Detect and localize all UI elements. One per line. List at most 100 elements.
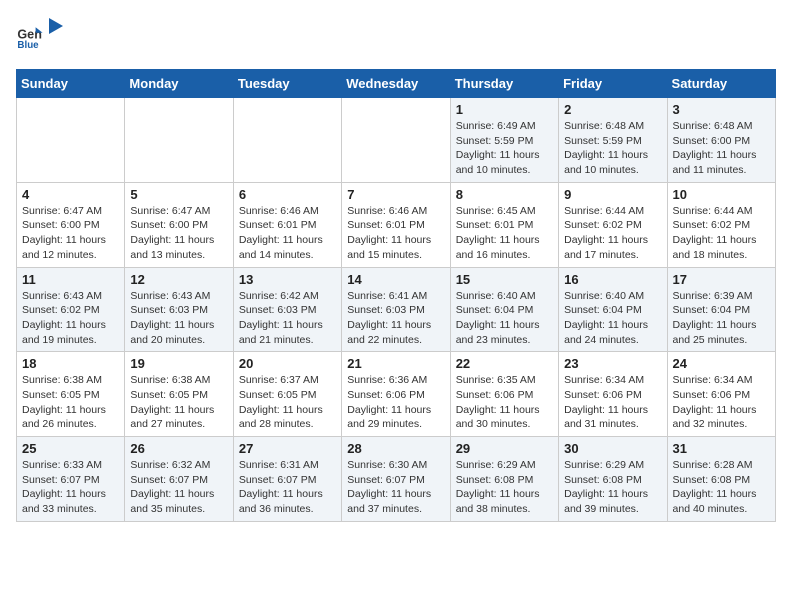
logo-icon: Gen Blue — [16, 23, 44, 51]
day-number: 9 — [564, 187, 661, 202]
page-header: Gen Blue — [16, 16, 776, 57]
day-info: Sunrise: 6:34 AM Sunset: 6:06 PM Dayligh… — [564, 373, 661, 432]
day-number: 18 — [22, 356, 119, 371]
svg-text:Blue: Blue — [17, 40, 39, 51]
calendar-cell: 8Sunrise: 6:45 AM Sunset: 6:01 PM Daylig… — [450, 182, 558, 267]
day-number: 23 — [564, 356, 661, 371]
logo-arrow-icon — [49, 16, 65, 36]
calendar-cell: 26 Sunrise: 6:32 AM Sunset: 6:07 PM Dayli… — [125, 437, 233, 522]
calendar-week-row: 11 Sunrise: 6:43 AM Sunset: 6:02 PM Dayli… — [17, 267, 776, 352]
day-number: 10 — [673, 187, 770, 202]
logo: Gen Blue — [16, 16, 66, 57]
day-number: 31 — [673, 441, 770, 456]
day-info: Sunrise: 6:47 AM Sunset: 6:00 PM Dayligh… — [22, 204, 119, 263]
weekday-header-saturday: Saturday — [667, 70, 775, 98]
day-number: 21 — [347, 356, 444, 371]
day-number: 24 — [673, 356, 770, 371]
calendar-cell: 1 Sunrise: 6:49 AM Sunset: 5:59 PM Daylig… — [450, 98, 558, 183]
calendar-cell: 13Sunrise: 6:42 AM Sunset: 6:03 PM Dayli… — [233, 267, 341, 352]
day-info: Sunrise: 6:29 AM Sunset: 6:08 PM Dayligh… — [564, 458, 661, 517]
calendar-cell: 27 Sunrise: 6:31 AM Sunset: 6:07 PM Dayli… — [233, 437, 341, 522]
day-number: 12 — [130, 272, 227, 287]
calendar-cell — [233, 98, 341, 183]
day-number: 5 — [130, 187, 227, 202]
weekday-header-friday: Friday — [559, 70, 667, 98]
day-number: 17 — [673, 272, 770, 287]
calendar-cell: 19 Sunrise: 6:38 AM Sunset: 6:05 PM Dayli… — [125, 352, 233, 437]
day-number: 27 — [239, 441, 336, 456]
day-number: 19 — [130, 356, 227, 371]
calendar-cell: 21 Sunrise: 6:36 AM Sunset: 6:06 PM Dayli… — [342, 352, 450, 437]
day-info: Sunrise: 6:45 AM Sunset: 6:01 PM Dayligh… — [456, 204, 553, 263]
day-info: Sunrise: 6:43 AM Sunset: 6:03 PM Dayligh… — [130, 289, 227, 348]
calendar-cell: 4 Sunrise: 6:47 AM Sunset: 6:00 PM Daylig… — [17, 182, 125, 267]
day-number: 11 — [22, 272, 119, 287]
day-number: 15 — [456, 272, 553, 287]
day-info: Sunrise: 6:43 AM Sunset: 6:02 PM Dayligh… — [22, 289, 119, 348]
day-info: Sunrise: 6:47 AM Sunset: 6:00 PM Dayligh… — [130, 204, 227, 263]
calendar-cell: 15 Sunrise: 6:40 AM Sunset: 6:04 PM Dayli… — [450, 267, 558, 352]
calendar-cell: 18 Sunrise: 6:38 AM Sunset: 6:05 PM Dayli… — [17, 352, 125, 437]
calendar-cell: 17 Sunrise: 6:39 AM Sunset: 6:04 PM Dayli… — [667, 267, 775, 352]
calendar-cell: 22 Sunrise: 6:35 AM Sunset: 6:06 PM Dayli… — [450, 352, 558, 437]
day-number: 6 — [239, 187, 336, 202]
day-number: 16 — [564, 272, 661, 287]
day-info: Sunrise: 6:36 AM Sunset: 6:06 PM Dayligh… — [347, 373, 444, 432]
day-info: Sunrise: 6:48 AM Sunset: 6:00 PM Dayligh… — [673, 119, 770, 178]
calendar-week-row: 25 Sunrise: 6:33 AM Sunset: 6:07 PM Dayli… — [17, 437, 776, 522]
calendar-cell: 9 Sunrise: 6:44 AM Sunset: 6:02 PM Daylig… — [559, 182, 667, 267]
weekday-header-tuesday: Tuesday — [233, 70, 341, 98]
calendar-cell: 2 Sunrise: 6:48 AM Sunset: 5:59 PM Daylig… — [559, 98, 667, 183]
calendar-cell: 6 Sunrise: 6:46 AM Sunset: 6:01 PM Daylig… — [233, 182, 341, 267]
calendar-header-row: SundayMondayTuesdayWednesdayThursdayFrid… — [17, 70, 776, 98]
day-info: Sunrise: 6:29 AM Sunset: 6:08 PM Dayligh… — [456, 458, 553, 517]
day-number: 13 — [239, 272, 336, 287]
day-info: Sunrise: 6:41 AM Sunset: 6:03 PM Dayligh… — [347, 289, 444, 348]
day-number: 25 — [22, 441, 119, 456]
day-number: 1 — [456, 102, 553, 117]
day-info: Sunrise: 6:49 AM Sunset: 5:59 PM Dayligh… — [456, 119, 553, 178]
day-number: 14 — [347, 272, 444, 287]
calendar-cell: 29 Sunrise: 6:29 AM Sunset: 6:08 PM Dayli… — [450, 437, 558, 522]
day-number: 30 — [564, 441, 661, 456]
day-info: Sunrise: 6:31 AM Sunset: 6:07 PM Dayligh… — [239, 458, 336, 517]
day-number: 20 — [239, 356, 336, 371]
day-info: Sunrise: 6:44 AM Sunset: 6:02 PM Dayligh… — [673, 204, 770, 263]
day-info: Sunrise: 6:38 AM Sunset: 6:05 PM Dayligh… — [130, 373, 227, 432]
day-info: Sunrise: 6:48 AM Sunset: 5:59 PM Dayligh… — [564, 119, 661, 178]
weekday-header-wednesday: Wednesday — [342, 70, 450, 98]
day-info: Sunrise: 6:39 AM Sunset: 6:04 PM Dayligh… — [673, 289, 770, 348]
day-number: 29 — [456, 441, 553, 456]
calendar-cell: 16 Sunrise: 6:40 AM Sunset: 6:04 PM Dayli… — [559, 267, 667, 352]
calendar-week-row: 4 Sunrise: 6:47 AM Sunset: 6:00 PM Daylig… — [17, 182, 776, 267]
day-info: Sunrise: 6:34 AM Sunset: 6:06 PM Dayligh… — [673, 373, 770, 432]
day-info: Sunrise: 6:38 AM Sunset: 6:05 PM Dayligh… — [22, 373, 119, 432]
calendar-cell: 31 Sunrise: 6:28 AM Sunset: 6:08 PM Dayli… — [667, 437, 775, 522]
day-info: Sunrise: 6:40 AM Sunset: 6:04 PM Dayligh… — [564, 289, 661, 348]
calendar-week-row: 1 Sunrise: 6:49 AM Sunset: 5:59 PM Daylig… — [17, 98, 776, 183]
calendar-cell: 24 Sunrise: 6:34 AM Sunset: 6:06 PM Dayli… — [667, 352, 775, 437]
day-number: 4 — [22, 187, 119, 202]
calendar-cell: 20Sunrise: 6:37 AM Sunset: 6:05 PM Dayli… — [233, 352, 341, 437]
day-info: Sunrise: 6:44 AM Sunset: 6:02 PM Dayligh… — [564, 204, 661, 263]
day-number: 26 — [130, 441, 227, 456]
day-info: Sunrise: 6:46 AM Sunset: 6:01 PM Dayligh… — [239, 204, 336, 263]
day-info: Sunrise: 6:30 AM Sunset: 6:07 PM Dayligh… — [347, 458, 444, 517]
calendar-cell: 28Sunrise: 6:30 AM Sunset: 6:07 PM Dayli… — [342, 437, 450, 522]
day-info: Sunrise: 6:28 AM Sunset: 6:08 PM Dayligh… — [673, 458, 770, 517]
day-info: Sunrise: 6:40 AM Sunset: 6:04 PM Dayligh… — [456, 289, 553, 348]
calendar-cell: 7Sunrise: 6:46 AM Sunset: 6:01 PM Daylig… — [342, 182, 450, 267]
day-number: 22 — [456, 356, 553, 371]
day-info: Sunrise: 6:46 AM Sunset: 6:01 PM Dayligh… — [347, 204, 444, 263]
calendar-table: SundayMondayTuesdayWednesdayThursdayFrid… — [16, 69, 776, 522]
calendar-cell: 3 Sunrise: 6:48 AM Sunset: 6:00 PM Daylig… — [667, 98, 775, 183]
day-number: 3 — [673, 102, 770, 117]
calendar-cell: 30 Sunrise: 6:29 AM Sunset: 6:08 PM Dayli… — [559, 437, 667, 522]
day-info: Sunrise: 6:35 AM Sunset: 6:06 PM Dayligh… — [456, 373, 553, 432]
calendar-cell: 5 Sunrise: 6:47 AM Sunset: 6:00 PM Daylig… — [125, 182, 233, 267]
day-number: 2 — [564, 102, 661, 117]
day-info: Sunrise: 6:33 AM Sunset: 6:07 PM Dayligh… — [22, 458, 119, 517]
calendar-cell: 11 Sunrise: 6:43 AM Sunset: 6:02 PM Dayli… — [17, 267, 125, 352]
day-info: Sunrise: 6:32 AM Sunset: 6:07 PM Dayligh… — [130, 458, 227, 517]
calendar-cell — [342, 98, 450, 183]
